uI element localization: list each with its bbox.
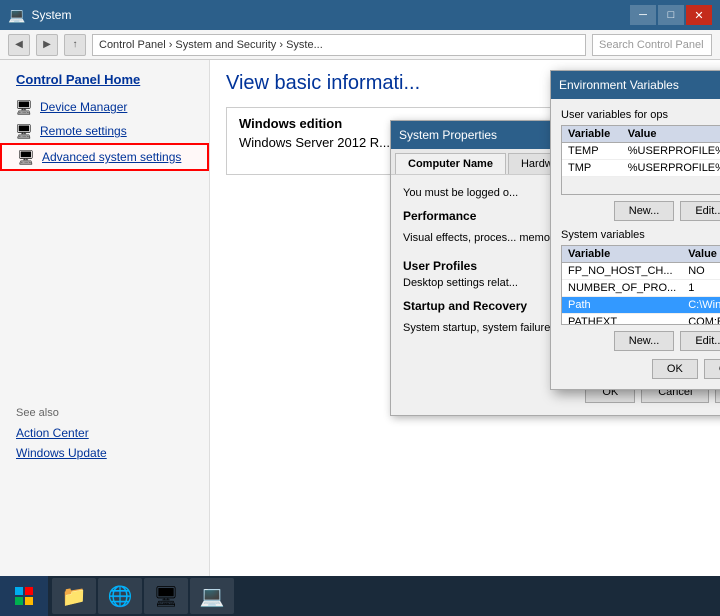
sys-var-path: Path xyxy=(562,297,682,314)
sidebar: Control Panel Home 🖥 Device Manager 🖥 Re… xyxy=(0,60,210,576)
system-variables-table: Variable Value FP_NO_HOST_CH... NO xyxy=(562,246,720,325)
close-button[interactable]: ✕ xyxy=(686,5,712,25)
sys-dialog-title-text: System Properties xyxy=(399,128,497,142)
user-variables-table-container: Variable Value TEMP %USERPROFILE%\AppDat… xyxy=(561,125,720,195)
start-button[interactable] xyxy=(0,576,48,616)
user-edit-button[interactable]: Edit... xyxy=(680,201,720,221)
forward-button[interactable]: ▶ xyxy=(36,34,58,56)
taskbar: 📁 🌐 🖥 💻 xyxy=(0,576,720,616)
main-content: View basic informati... Windows edition … xyxy=(210,60,720,576)
table-row[interactable]: NUMBER_OF_PRO... 1 xyxy=(562,280,720,297)
user-val-tmp: %USERPROFILE%\AppData\Local\Temp xyxy=(622,160,720,177)
env-dialog-content: User variables for ops Variable Value xyxy=(551,99,720,389)
table-row[interactable]: TMP %USERPROFILE%\AppData\Local\Temp xyxy=(562,160,720,177)
title-bar-left: 💻 System xyxy=(8,7,71,24)
system-variables-buttons: New... Edit... Delete xyxy=(561,331,720,351)
user-val-temp: %USERPROFILE%\AppData\Local\Temp xyxy=(622,143,720,160)
remote-settings-icon: 🖥 xyxy=(16,123,32,139)
address-bar: ◀ ▶ ↑ Control Panel › System and Securit… xyxy=(0,30,720,60)
taskbar-item-control-panel[interactable]: 💻 xyxy=(190,578,234,614)
system-variables-title: System variables xyxy=(561,229,720,241)
user-var-tmp: TMP xyxy=(562,160,622,177)
sys-val-pathext: COM;EXE;BAT;CMD;VBS;JCE... xyxy=(682,314,720,326)
sys-val-numproc: 1 xyxy=(682,280,720,297)
user-variables-table: Variable Value TEMP %USERPROFILE%\AppDat… xyxy=(562,126,720,177)
advanced-settings-link: Advanced system settings xyxy=(42,150,181,164)
server-manager-icon: 🖥 xyxy=(153,584,178,609)
content-area: Control Panel Home 🖥 Device Manager 🖥 Re… xyxy=(0,60,720,576)
sidebar-item-windows-update[interactable]: Windows Update xyxy=(0,443,209,463)
env-variables-dialog: Environment Variables ✕ User variables f… xyxy=(550,70,720,390)
ie-icon: 🌐 xyxy=(108,584,133,609)
sys-val-fp: NO xyxy=(682,263,720,280)
title-bar: 💻 System ─ □ ✕ xyxy=(0,0,720,30)
table-row[interactable]: FP_NO_HOST_CH... NO xyxy=(562,263,720,280)
window-icon: 💻 xyxy=(8,7,25,24)
env-cancel-button[interactable]: Cancel xyxy=(704,359,720,379)
sys-table-header-variable: Variable xyxy=(562,246,682,263)
sys-var-pathext: PATHEXT xyxy=(562,314,682,326)
user-table-header-variable: Variable xyxy=(562,126,622,143)
device-manager-icon: 🖥 xyxy=(16,99,32,115)
sys-edit-button[interactable]: Edit... xyxy=(680,331,720,351)
address-path[interactable]: Control Panel › System and Security › Sy… xyxy=(92,34,586,56)
env-ok-button[interactable]: OK xyxy=(652,359,698,379)
advanced-settings-icon: 🖥 xyxy=(18,149,34,165)
maximize-button[interactable]: □ xyxy=(658,5,684,25)
system-variables-table-container: Variable Value FP_NO_HOST_CH... NO xyxy=(561,245,720,325)
table-row[interactable]: PATHEXT COM;EXE;BAT;CMD;VBS;JCE... xyxy=(562,314,720,326)
see-also-label: See also xyxy=(0,391,209,423)
user-table-header-value: Value xyxy=(622,126,720,143)
sys-var-numproc: NUMBER_OF_PRO... xyxy=(562,280,682,297)
window-title: System xyxy=(31,8,71,22)
main-window: 💻 System ─ □ ✕ ◀ ▶ ↑ Control Panel › Sys… xyxy=(0,0,720,576)
user-variables-title: User variables for ops xyxy=(561,109,720,121)
env-dialog-title-bar: Environment Variables ✕ xyxy=(551,71,720,99)
sys-table-header-value: Value xyxy=(682,246,720,263)
sidebar-item-advanced-system-settings[interactable]: 🖥 Advanced system settings xyxy=(0,143,209,171)
table-row[interactable]: TEMP %USERPROFILE%\AppData\Local\Temp xyxy=(562,143,720,160)
device-manager-link: Device Manager xyxy=(40,100,127,114)
taskbar-item-explorer[interactable]: 📁 xyxy=(52,578,96,614)
sidebar-item-device-manager[interactable]: 🖥 Device Manager xyxy=(0,95,209,119)
control-panel-home-link[interactable]: Control Panel Home xyxy=(0,72,209,95)
user-new-button[interactable]: New... xyxy=(614,201,675,221)
sidebar-item-remote-settings[interactable]: 🖥 Remote settings xyxy=(0,119,209,143)
control-panel-icon: 💻 xyxy=(200,584,225,609)
sys-var-fp: FP_NO_HOST_CH... xyxy=(562,263,682,280)
up-button[interactable]: ↑ xyxy=(64,34,86,56)
minimize-button[interactable]: ─ xyxy=(630,5,656,25)
user-variables-buttons: New... Edit... Delete xyxy=(561,201,720,221)
sys-val-path: C:\Windows\system32;C:\Windows;C:\Win... xyxy=(682,297,720,314)
search-box[interactable]: Search Control Panel xyxy=(592,34,712,56)
explorer-icon: 📁 xyxy=(62,584,87,609)
taskbar-item-server-manager[interactable]: 🖥 xyxy=(144,578,188,614)
user-var-temp: TEMP xyxy=(562,143,622,160)
taskbar-items: 📁 🌐 🖥 💻 xyxy=(48,578,238,614)
tab-computer-name[interactable]: Computer Name xyxy=(395,153,506,174)
sidebar-item-action-center[interactable]: Action Center xyxy=(0,423,209,443)
env-dialog-title-text: Environment Variables xyxy=(559,78,679,92)
sys-new-button[interactable]: New... xyxy=(614,331,675,351)
action-center-link: Action Center xyxy=(16,426,89,440)
env-dialog-ok-row: OK Cancel xyxy=(561,359,720,379)
remote-settings-link: Remote settings xyxy=(40,124,127,138)
title-bar-controls: ─ □ ✕ xyxy=(630,5,712,25)
table-row[interactable]: Path C:\Windows\system32;C:\Windows;C:\W… xyxy=(562,297,720,314)
back-button[interactable]: ◀ xyxy=(8,34,30,56)
taskbar-item-ie[interactable]: 🌐 xyxy=(98,578,142,614)
windows-update-link: Windows Update xyxy=(16,446,107,460)
